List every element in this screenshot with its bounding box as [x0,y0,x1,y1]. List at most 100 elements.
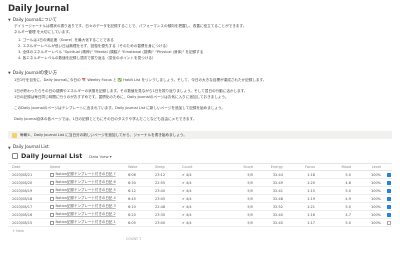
done-checkbox[interactable] [386,180,391,185]
wake-cell[interactable]: 6:45 [128,197,155,201]
sleep-cell[interactable]: 23:30 [155,213,182,217]
done-checkbox[interactable] [386,188,391,193]
table-row[interactable]: 2023/08/19 Notion記録テンプレート付きの日記 5 6:12 23:40… [8,187,392,195]
energy-cell[interactable]: 32:45 [263,221,293,225]
focus-cell[interactable]: 1:15 [293,189,325,193]
count-cell[interactable]: ✔ 4/4 [182,213,228,217]
score-cell[interactable]: 5/5 [228,221,263,225]
done-checkbox[interactable] [386,196,391,201]
table-row[interactable]: 2023/08/15 Notion記録テンプレート付きの日記 1 6:05 23:00… [8,219,392,227]
sleep-cell[interactable]: 23:40 [155,189,182,193]
page-link[interactable]: Notion記録テンプレート付きの日記 2 [56,212,116,217]
name-cell[interactable]: Notion記録テンプレート付きの日記 6 [50,180,128,185]
column-header[interactable]: Sleep [155,165,182,169]
table-row[interactable]: 2023/08/21 Notion記録テンプレート付きの日記 7 6:06 23:12… [8,171,392,179]
score-cell[interactable]: 5/5 [228,189,263,193]
mood-cell[interactable]: 5.0 [325,173,355,177]
date-cell[interactable]: 2023/08/18 [8,197,50,201]
column-header[interactable]: Date [8,165,50,169]
date-cell[interactable]: 2023/08/15 [8,221,50,225]
count-cell[interactable]: ✔ 4/4 [182,181,228,185]
count-cell[interactable]: ✔ 4/4 [182,205,228,209]
column-header[interactable]: Energy [263,165,293,169]
about-heading[interactable]: ▼ Daily Journalについて [8,17,57,23]
level-cell[interactable]: 100% [355,213,385,217]
mood-cell[interactable]: 4.8 [325,181,355,185]
column-header[interactable]: Score [228,165,263,169]
level-cell[interactable]: 100% [355,197,385,201]
table-row[interactable]: 2023/08/18 Notion記録テンプレート付きの日記 4 6:45 23:05… [8,195,392,203]
score-cell[interactable]: 5/5 [228,197,263,201]
done-checkbox[interactable] [386,212,391,217]
done-checkbox[interactable] [386,172,391,177]
mood-cell[interactable]: 5.0 [325,221,355,225]
focus-cell[interactable]: 1:17 [293,221,325,225]
name-cell[interactable]: Notion記録テンプレート付きの日記 5 [50,188,128,193]
score-cell[interactable]: 5/5 [228,205,263,209]
name-cell[interactable]: Notion記録テンプレート付きの日記 1 [50,220,128,225]
energy-cell[interactable]: 32:44 [263,173,293,177]
sleep-cell[interactable]: 22:55 [155,181,182,185]
date-cell[interactable]: 2023/08/19 [8,189,50,193]
toggle-triangle-icon[interactable]: ▼ [8,146,11,150]
level-cell[interactable]: 100% [355,205,385,209]
name-cell[interactable]: Notion記録テンプレート付きの日記 3 [50,204,128,209]
column-header[interactable]: Level [355,165,385,169]
focus-cell[interactable]: 1:19 [293,197,325,201]
column-header[interactable]: Mood [325,165,355,169]
table-row[interactable]: 2023/08/20 Notion記録テンプレート付きの日記 6 6:30 22:55… [8,179,392,187]
wake-cell[interactable]: 6:10 [128,205,155,209]
view-selector[interactable]: Data View ▾ [89,154,111,159]
toggle-triangle-icon[interactable]: ▼ [8,18,11,22]
wake-cell[interactable]: 6:06 [128,173,155,177]
column-header[interactable]: Focus [293,165,325,169]
count-cell[interactable]: ✔ 4/4 [182,173,228,177]
done-checkbox[interactable] [386,220,391,225]
wake-cell[interactable]: 6:05 [128,221,155,225]
page-link[interactable]: Notion記録テンプレート付きの日記 1 [56,220,116,225]
level-cell[interactable]: 100% [355,189,385,193]
date-cell[interactable]: 2023/08/16 [8,213,50,217]
energy-cell[interactable]: 32:40 [263,213,293,217]
page-link[interactable]: Notion記録テンプレート付きの日記 7 [56,172,116,177]
done-checkbox[interactable] [386,204,391,209]
mood-cell[interactable]: 5.0 [325,205,355,209]
sleep-cell[interactable]: 23:00 [155,221,182,225]
page-link[interactable]: Notion記録テンプレート付きの日記 6 [56,180,116,185]
energy-cell[interactable]: 32:48 [263,197,293,201]
level-cell[interactable]: 100% [355,181,385,185]
score-cell[interactable]: 5/5 [228,173,263,177]
name-cell[interactable]: Notion記録テンプレート付きの日記 7 [50,172,128,177]
level-cell[interactable]: 100% [355,221,385,225]
level-cell[interactable]: 100% [355,173,385,177]
wake-cell[interactable]: 6:30 [128,181,155,185]
count-cell[interactable]: ✔ 4/4 [182,189,228,193]
date-cell[interactable]: 2023/08/20 [8,181,50,185]
score-cell[interactable]: 5/5 [228,181,263,185]
wake-cell[interactable]: 6:20 [128,213,155,217]
column-header[interactable]: Count [182,165,228,169]
mood-cell[interactable]: 5.0 [325,189,355,193]
date-cell[interactable]: 2023/08/21 [8,173,50,177]
energy-cell[interactable]: 32:41 [263,189,293,193]
focus-cell[interactable]: 1:20 [293,181,325,185]
page-link[interactable]: Notion記録テンプレート付きの日記 3 [56,204,116,209]
count-cell[interactable]: ✔ 4/4 [182,221,228,225]
focus-cell[interactable]: 1:21 [293,205,325,209]
name-cell[interactable]: Notion記録テンプレート付きの日記 4 [50,196,128,201]
list-section-heading[interactable]: ▼ Daily Journal List [8,145,49,150]
toggle-triangle-icon[interactable]: ▼ [8,71,11,75]
energy-cell[interactable]: 32:49 [263,181,293,185]
table-row[interactable]: 2023/08/16 Notion記録テンプレート付きの日記 2 6:20 23:30… [8,211,392,219]
count-cell[interactable]: ✔ 4/4 [182,197,228,201]
column-header[interactable]: Wake [128,165,155,169]
mood-cell[interactable]: 4.7 [325,213,355,217]
name-cell[interactable]: Notion記録テンプレート付きの日記 2 [50,212,128,217]
usage-heading[interactable]: ▼ Daily Journalの使い方 [8,70,57,76]
energy-cell[interactable]: 32:52 [263,205,293,209]
sleep-cell[interactable]: 23:12 [155,173,182,177]
focus-cell[interactable]: 1:18 [293,173,325,177]
column-header[interactable]: Name [50,165,128,169]
page-link[interactable]: Notion記録テンプレート付きの日記 5 [56,188,116,193]
table-row[interactable]: 2023/08/17 Notion記録テンプレート付きの日記 3 6:10 22:48… [8,203,392,211]
